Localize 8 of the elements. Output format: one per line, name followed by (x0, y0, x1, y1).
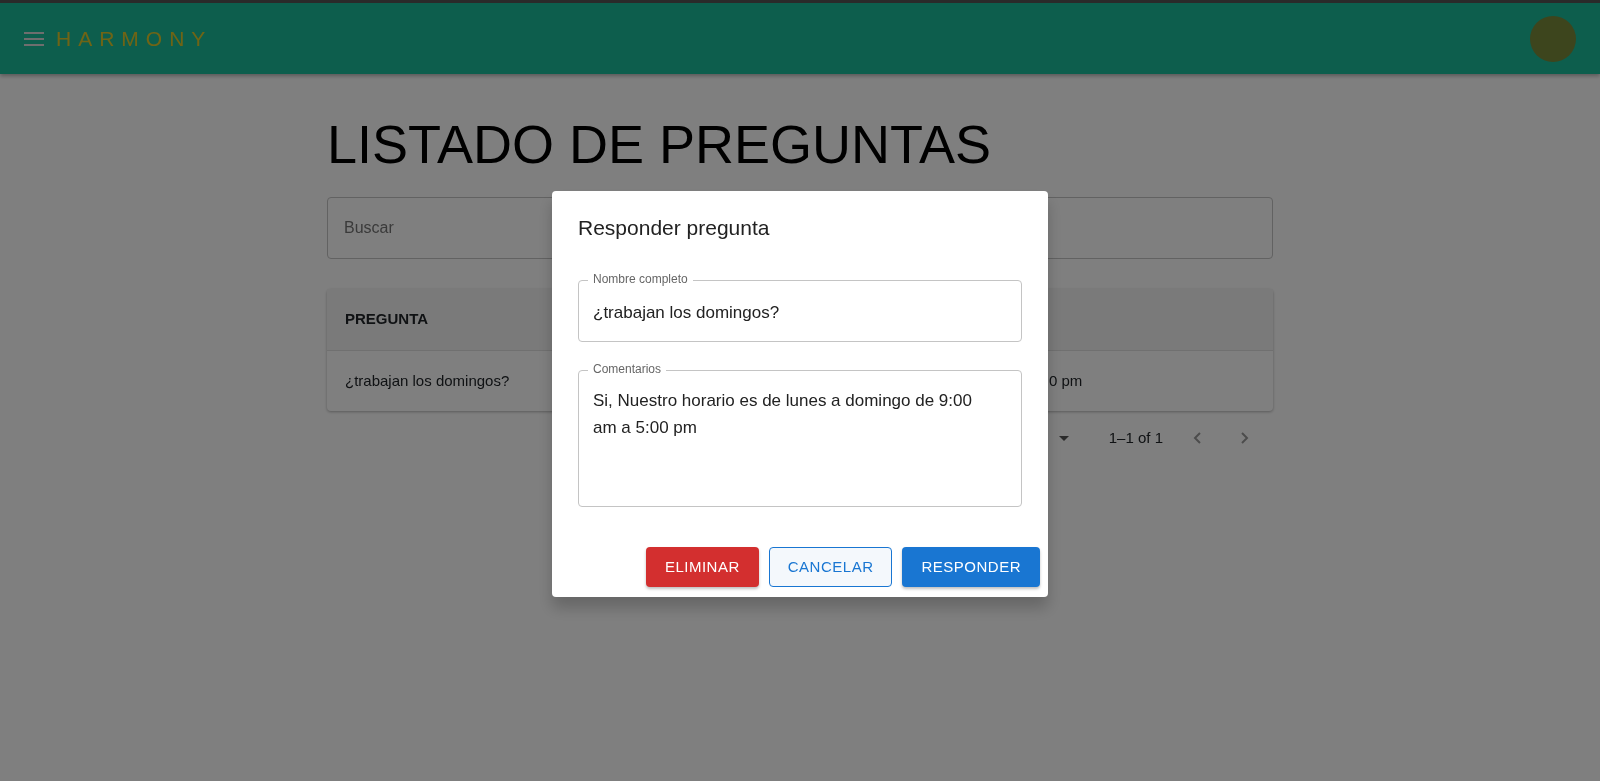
page-range: 1–1 of 1 (1108, 427, 1163, 448)
app-brand: HARMONY (56, 25, 213, 52)
page-title: LISTADO DE PREGUNTAS (327, 113, 993, 176)
table-cell-text: ¿trabajan los domingos? (345, 370, 511, 391)
dialog-title: Responder pregunta (578, 215, 771, 241)
column-header: PREGUNTA (345, 309, 429, 330)
table-cell-text: 0 pm (1049, 370, 1084, 391)
field-label: Nombre completo (588, 271, 693, 288)
